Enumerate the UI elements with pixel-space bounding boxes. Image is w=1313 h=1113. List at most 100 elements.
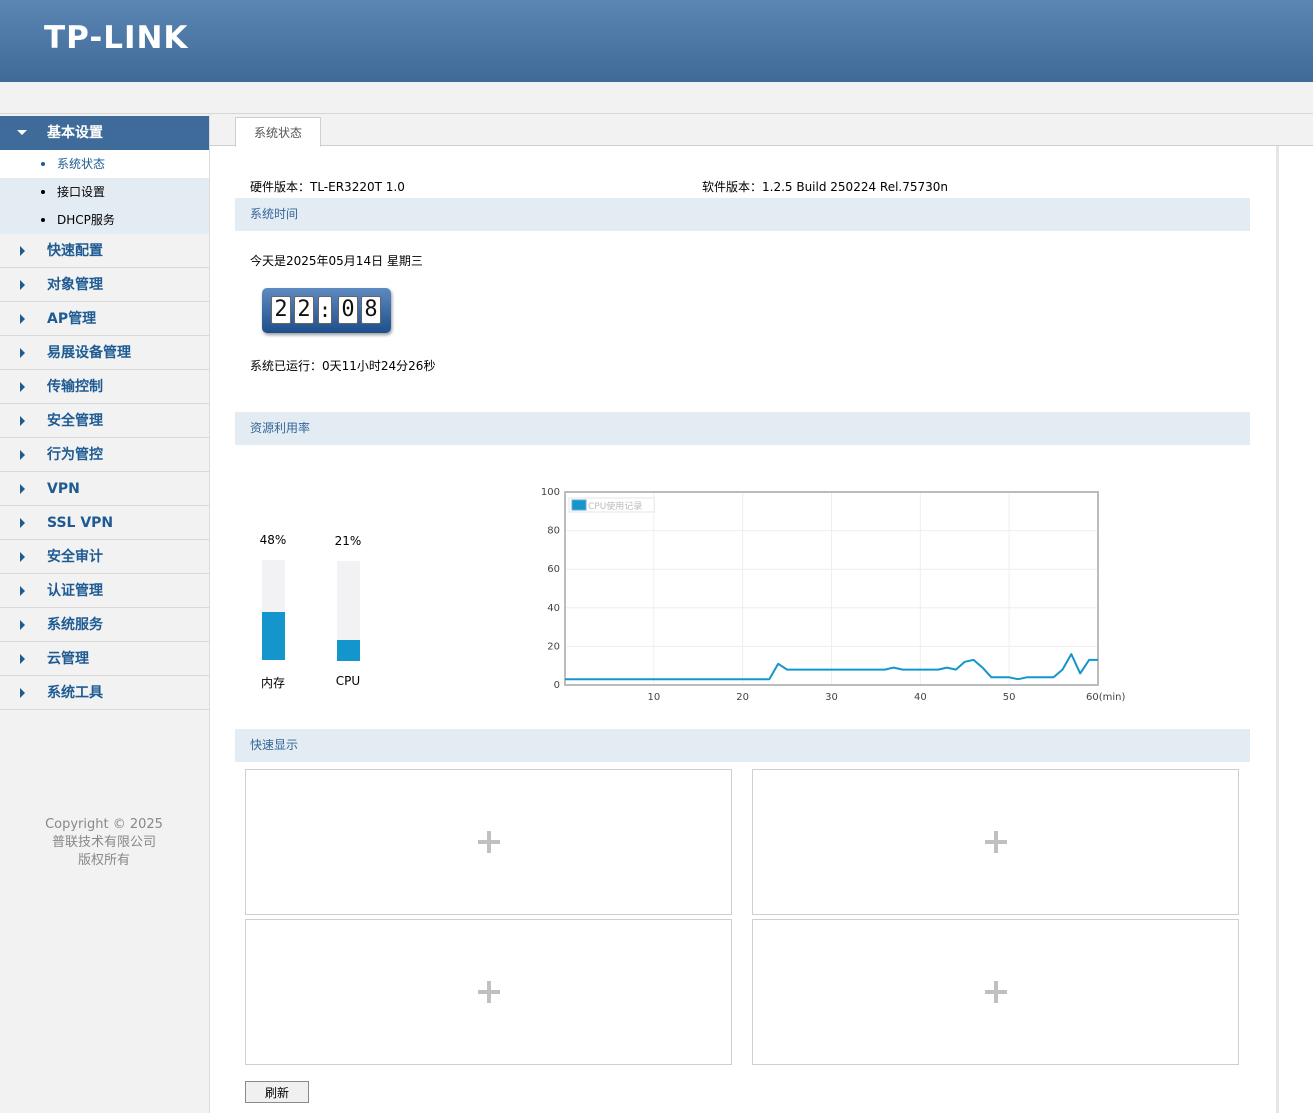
y-tick-label: 20	[547, 641, 560, 652]
legend-swatch	[571, 499, 587, 511]
chevron-right-icon	[20, 654, 25, 664]
y-tick-label: 60	[547, 564, 560, 575]
nav-group-behavior-control[interactable]: 行为管控	[0, 438, 209, 472]
nav-group-ssl-vpn[interactable]: SSL VPN	[0, 506, 209, 540]
chevron-right-icon	[20, 280, 25, 290]
nav-group-cloud-management[interactable]: 云管理	[0, 642, 209, 676]
hardware-version: 硬件版本：TL-ER3220T 1.0	[250, 180, 405, 194]
clock-digit: 2	[294, 296, 314, 324]
x-tick-label: 50	[1003, 692, 1016, 703]
nav-group-label: 对象管理	[47, 277, 103, 293]
chevron-right-icon	[20, 552, 25, 562]
nav-item-label: 接口设置	[57, 185, 106, 199]
plus-icon[interactable]	[477, 831, 500, 853]
bullet-icon	[41, 218, 45, 222]
nav-group-system-services[interactable]: 系统服务	[0, 608, 209, 642]
nav-group-label: 易展设备管理	[47, 345, 131, 361]
nav-item-label: 系统状态	[57, 157, 106, 171]
plus-icon[interactable]	[984, 831, 1007, 853]
nav-group-vpn[interactable]: VPN	[0, 472, 209, 506]
chevron-right-icon	[20, 348, 25, 358]
quick-display-slot[interactable]	[245, 919, 732, 1065]
nav-item-system-status[interactable]: 系统状态	[0, 150, 209, 178]
copyright: Copyright © 2025 普联技术有限公司 版权所有	[0, 816, 208, 870]
nav-group-label: 基本设置	[47, 125, 103, 141]
nav-group-quick-config[interactable]: 快速配置	[0, 234, 209, 268]
y-tick-label: 0	[554, 680, 560, 691]
x-tick-label: 40	[914, 692, 927, 703]
current-date: 今天是2025年05月14日 星期三	[250, 254, 423, 268]
nav-item-interface-settings[interactable]: 接口设置	[0, 178, 209, 206]
nav-group-system-tools[interactable]: 系统工具	[0, 676, 209, 710]
nav-group-label: 云管理	[47, 651, 89, 667]
plus-icon[interactable]	[984, 981, 1007, 1003]
tab-bar: 系统状态	[210, 114, 1313, 147]
nav-group-label: 系统服务	[47, 617, 103, 633]
nav-group-label: 安全管理	[47, 413, 103, 429]
x-tick-label: 20	[736, 692, 749, 703]
chevron-right-icon	[20, 518, 25, 528]
nav-group-label: VPN	[47, 481, 80, 497]
section-quick-display: 快速显示	[235, 729, 1250, 762]
nav-group-label: 行为管控	[47, 447, 103, 463]
chevron-right-icon	[20, 620, 25, 630]
nav-group-security-audit[interactable]: 安全审计	[0, 540, 209, 574]
nav-group-label: 快速配置	[47, 243, 103, 259]
chevron-right-icon	[20, 450, 25, 460]
software-version: 软件版本：1.2.5 Build 250224 Rel.75730n	[702, 180, 949, 194]
nav-item-dhcp-service[interactable]: DHCP服务	[0, 206, 209, 234]
bullet-icon	[41, 162, 45, 166]
clock-digit: 2	[271, 296, 291, 324]
header-bar: TP-LINK	[0, 0, 1313, 82]
nav-group-label: AP管理	[47, 311, 97, 327]
memory-bar-track	[262, 560, 285, 660]
nav-group-label: 认证管理	[47, 583, 103, 599]
sub-header-bar	[0, 82, 1313, 114]
quick-display-slot[interactable]	[752, 919, 1239, 1065]
nav-group-label: 传输控制	[47, 379, 103, 395]
sidebar: 基本设置 系统状态 接口设置 DHCP服务 快速配置 对象管理 AP管理 易展设…	[0, 114, 210, 1113]
memory-bar-fill	[262, 612, 285, 660]
nav-group-object-management[interactable]: 对象管理	[0, 268, 209, 302]
tp-link-logo: TP-LINK	[44, 20, 189, 56]
x-tick-label: 10	[647, 692, 660, 703]
section-resource-usage: 资源利用率	[235, 412, 1250, 445]
plus-icon[interactable]	[477, 981, 500, 1003]
nav-group-transmission-control[interactable]: 传输控制	[0, 370, 209, 404]
y-tick-label: 100	[541, 487, 560, 498]
chevron-right-icon	[20, 382, 25, 392]
scroll-track[interactable]	[1276, 146, 1279, 1113]
nav-group-security-management[interactable]: 安全管理	[0, 404, 209, 438]
nav-item-label: DHCP服务	[57, 213, 115, 227]
nav-group-auth-management[interactable]: 认证管理	[0, 574, 209, 608]
cpu-label: CPU	[335, 674, 361, 688]
chevron-right-icon	[20, 586, 25, 596]
copyright-line: 版权所有	[77, 853, 130, 868]
chevron-right-icon	[20, 246, 25, 256]
nav-group-basic-settings[interactable]: 基本设置	[0, 116, 209, 150]
copyright-line: 普联技术有限公司	[51, 835, 156, 850]
memory-label: 内存	[260, 676, 285, 690]
chevron-right-icon	[20, 314, 25, 324]
x-tick-label: 30	[825, 692, 838, 703]
y-tick-label: 80	[547, 526, 560, 537]
clock-digit: 8	[361, 296, 381, 324]
cpu-bar-fill	[337, 640, 360, 661]
legend-label: CPU使用记录	[588, 500, 642, 512]
tab-system-status[interactable]: 系统状态	[235, 117, 321, 147]
nav-group-label: 系统工具	[47, 685, 103, 701]
refresh-button[interactable]: 刷新	[245, 1081, 309, 1103]
nav-group-label: 安全审计	[47, 549, 103, 565]
copyright-line: Copyright © 2025	[45, 817, 163, 832]
quick-display-slot[interactable]	[752, 769, 1239, 915]
cpu-history-chart: 0 20 40 60 80 100 10 20 30 40 50 60(min) CPU使用记录	[541, 487, 1126, 703]
quick-display-slot[interactable]	[245, 769, 732, 915]
nav-group-mesh-device-management[interactable]: 易展设备管理	[0, 336, 209, 370]
y-tick-label: 40	[547, 603, 560, 614]
chevron-right-icon	[20, 484, 25, 494]
section-system-time: 系统时间	[235, 198, 1250, 231]
chevron-right-icon	[20, 416, 25, 426]
nav-group-ap-management[interactable]: AP管理	[0, 302, 209, 336]
bullet-icon	[41, 190, 45, 194]
chevron-down-icon	[17, 130, 27, 135]
